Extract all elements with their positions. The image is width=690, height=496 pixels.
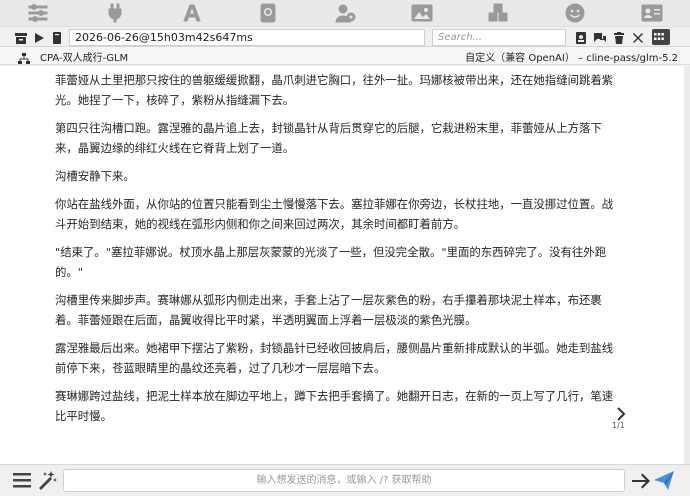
comments-icon[interactable] <box>593 30 607 44</box>
contact-book-icon[interactable] <box>574 30 588 44</box>
message-paragraph: 你站在盐线外面，从你站的位置只能看到尘土慢慢落下去。塞拉菲娜在你旁边，长杖拄地，… <box>55 197 614 231</box>
message-paragraph: 菲蕾娅从土里把那只按住的兽躯缓缓掀翻，晶爪刺进它胸口，往外一扯。玛娜核被带出来，… <box>55 73 614 107</box>
character-title: CPA-双人成行-GLM <box>40 53 129 64</box>
message-paragraph: 沟槽里传来脚步声。赛琳娜从弧形内侧走出来，手套上沾了一层灰紫色的粉，右手攥着那块… <box>55 293 602 327</box>
magic-wand-icon[interactable] <box>37 470 57 490</box>
image-icon[interactable] <box>383 0 460 26</box>
user-settings-icon[interactable] <box>307 0 384 26</box>
message-paragraph: 露涅雅最后出来。她裙甲下摆沾了紫粉，封锁晶针已经收回披肩后，腰侧晶片重新排成默认… <box>55 341 614 375</box>
swipe-counter: 1/1 <box>612 421 625 430</box>
chat-header-bar: 2026-06-26@15h03m42s647ms Search... <box>0 26 690 47</box>
message-paragraph: "结束了。"塞拉菲娜说。杖顶水晶上那层灰蒙蒙的光淡了一些，但没完全散。"里面的东… <box>55 245 607 279</box>
sitemap-icon[interactable] <box>18 50 30 64</box>
cubes-icon[interactable] <box>460 0 537 26</box>
chat-name-field[interactable]: 2026-06-26@15h03m42s647ms <box>69 29 425 46</box>
continue-arrow-icon[interactable] <box>631 472 651 490</box>
chat-area: 菲蕾娅从土里把那只按住的兽躯缓缓掀翻，晶爪刺进它胸口，往外一扯。玛娜核被带出来，… <box>0 66 690 464</box>
sliders-icon[interactable] <box>0 0 77 26</box>
search-input[interactable]: Search... <box>432 29 566 46</box>
close-icon[interactable] <box>631 30 645 44</box>
swipe-right-icon[interactable] <box>615 406 627 422</box>
delete-icon[interactable] <box>612 30 626 44</box>
menu-icon[interactable] <box>12 471 32 489</box>
message-input[interactable]: 输入想发送的消息，或输入 /? 获取帮助 <box>63 469 625 492</box>
message-paragraph: 第四只往沟槽口跑。露涅雅的晶片追上去，封锁晶针从背后贯穿它的后腿，它栽进粉末里，… <box>55 121 602 155</box>
plug-icon[interactable] <box>77 0 154 26</box>
message-paragraph: 沟槽安静下来。 <box>55 169 135 183</box>
font-icon[interactable] <box>153 0 230 26</box>
play-icon[interactable] <box>32 30 46 44</box>
composer-bar: 输入想发送的消息，或输入 /? 获取帮助 <box>0 464 690 496</box>
message-body: 菲蕾娅从土里把那只按住的兽躯缓缓掀翻，晶爪刺进它胸口，往外一扯。玛娜核被带出来，… <box>55 70 615 434</box>
book-icon[interactable] <box>230 0 307 26</box>
grid-icon[interactable] <box>652 29 670 45</box>
top-toolbar <box>0 0 690 26</box>
message-paragraph: 赛琳娜跨过盐线，把泥土样本放在脚边平地上，蹲下去把手套摘了。她翻开日志，在新的一… <box>55 389 614 423</box>
archive-icon[interactable] <box>14 30 28 44</box>
id-card-icon[interactable] <box>613 0 690 26</box>
smiley-icon[interactable] <box>537 0 614 26</box>
send-icon[interactable] <box>653 470 675 492</box>
scrollbar[interactable] <box>684 66 690 464</box>
chat-info-bar: CPA-双人成行-GLM 自定义（兼容 OpenAI） – cline-pass… <box>0 47 690 65</box>
model-label[interactable]: 自定义（兼容 OpenAI） – cline-pass/glm-5.2 <box>465 49 678 64</box>
book-icon[interactable] <box>50 30 64 44</box>
